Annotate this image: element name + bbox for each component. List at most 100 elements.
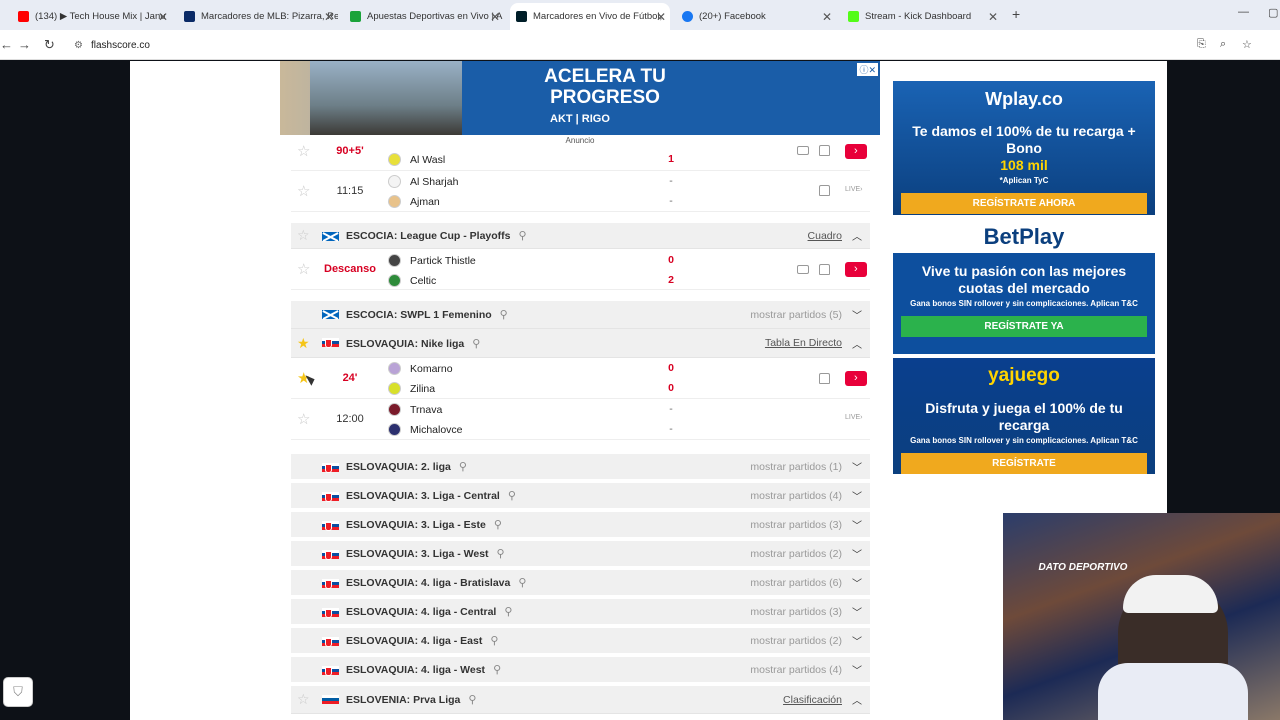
pin-icon[interactable]: ⚲ bbox=[497, 547, 505, 560]
lineup-icon[interactable] bbox=[819, 373, 830, 384]
show-matches-link[interactable]: mostrar partidos (5) bbox=[750, 309, 842, 321]
tab-youtube[interactable]: (134) ▶ Tech House Mix | Janu ✕ bbox=[12, 3, 172, 30]
match-row[interactable]: ☆ 90+5' Al Wasl 1 bbox=[291, 144, 870, 171]
show-matches-link[interactable]: mostrar partidos (6) bbox=[750, 577, 842, 589]
match-row[interactable]: ☆ Descanso Partick Thistle Celtic 0 2 bbox=[291, 249, 870, 290]
ad-cta-button[interactable]: REGÍSTRATE AHORA bbox=[901, 193, 1147, 214]
star-icon[interactable]: ☆ bbox=[297, 184, 310, 199]
match-row[interactable]: ☆ 12:00 Trnava Michalovce - - LIVE› bbox=[291, 399, 870, 440]
ad-cta-button[interactable]: REGÍSTRATE YA bbox=[901, 316, 1147, 337]
live-stream-button[interactable] bbox=[845, 371, 867, 386]
bookmark-star-icon[interactable]: ☆ bbox=[1242, 38, 1252, 51]
pin-icon[interactable]: ⚲ bbox=[472, 337, 480, 350]
reload-icon[interactable]: ↻ bbox=[44, 37, 55, 53]
pin-icon[interactable]: ⚲ bbox=[500, 308, 508, 321]
tab-mlb[interactable]: Marcadores de MLB: Pizarra, Re ✕ bbox=[178, 3, 338, 30]
lineup-icon[interactable] bbox=[819, 185, 830, 196]
league-header[interactable]: ★ ESLOVAQUIA: Nike liga ⚲ Tabla En Direct… bbox=[291, 329, 870, 358]
live-stream-button[interactable] bbox=[845, 262, 867, 277]
wplay-ad[interactable]: Wplay.co Te damos el 100% de tu recarga … bbox=[893, 81, 1155, 215]
pin-icon[interactable]: ⚲ bbox=[519, 229, 527, 242]
betplay-ad[interactable]: BetPlay Vive tu pasión con las mejores c… bbox=[893, 219, 1155, 354]
star-icon[interactable]: ☆ bbox=[297, 691, 310, 708]
chevron-down-icon[interactable]: ﹀ bbox=[852, 575, 862, 590]
tv-icon[interactable] bbox=[797, 146, 809, 155]
tv-icon[interactable] bbox=[797, 265, 809, 274]
pin-icon[interactable]: ⚲ bbox=[504, 605, 512, 618]
league-header[interactable]: ESLOVAQUIA: 3. Liga - Central ⚲ mostrar p… bbox=[291, 483, 870, 512]
new-tab-button[interactable]: + bbox=[1012, 6, 1020, 22]
close-tab-icon[interactable]: ✕ bbox=[324, 10, 334, 24]
chevron-down-icon[interactable]: ﹀ bbox=[852, 604, 862, 619]
star-icon[interactable]: ☆ bbox=[297, 227, 310, 244]
site-info-icon[interactable]: ⚙ bbox=[74, 40, 83, 51]
pin-icon[interactable]: ⚲ bbox=[494, 518, 502, 531]
match-row[interactable]: ☆ 11:15 Al Sharjah Ajman - - LIVE› bbox=[291, 171, 870, 212]
league-header[interactable]: ESLOVAQUIA: 4. liga - Central ⚲ mostrar p… bbox=[291, 599, 870, 628]
pin-icon[interactable]: ⚲ bbox=[459, 460, 467, 473]
league-link[interactable]: Cuadro bbox=[808, 230, 842, 242]
maximize-icon[interactable]: ▢ bbox=[1268, 6, 1278, 19]
install-icon[interactable]: ⎘ bbox=[1197, 38, 1206, 51]
close-tab-icon[interactable]: ✕ bbox=[158, 10, 168, 24]
show-matches-link[interactable]: mostrar partidos (1) bbox=[750, 461, 842, 473]
league-header[interactable]: ESLOVAQUIA: 2. liga ⚲ mostrar partidos (1… bbox=[291, 454, 870, 483]
tab-apuestas[interactable]: Apuestas Deportivas en Vivo | A ✕ bbox=[344, 3, 504, 30]
star-icon[interactable]: ☆ bbox=[297, 144, 310, 159]
close-tab-icon[interactable]: ✕ bbox=[490, 10, 500, 24]
chevron-up-icon[interactable]: ︿ bbox=[852, 336, 862, 351]
show-matches-link[interactable]: mostrar partidos (3) bbox=[750, 606, 842, 618]
show-matches-link[interactable]: mostrar partidos (3) bbox=[750, 519, 842, 531]
chevron-down-icon[interactable]: ﹀ bbox=[852, 662, 862, 677]
pin-icon[interactable]: ⚲ bbox=[468, 693, 476, 706]
adchoices-icon[interactable]: ⓘ✕ bbox=[857, 63, 878, 76]
close-tab-icon[interactable]: ✕ bbox=[822, 10, 832, 24]
star-icon[interactable]: ☆ bbox=[297, 262, 310, 277]
top-banner-ad[interactable]: ACELERA TU PROGRESO AKT | RIGO ⓘ✕ bbox=[280, 61, 880, 135]
live-stream-button[interactable] bbox=[845, 144, 867, 159]
chevron-down-icon[interactable]: ﹀ bbox=[852, 307, 862, 322]
chevron-down-icon[interactable]: ﹀ bbox=[852, 546, 862, 561]
league-header[interactable]: ESCOCIA: SWPL 1 Femenino ⚲ mostrar partid… bbox=[291, 301, 870, 329]
tab-facebook[interactable]: (20+) Facebook ✕ bbox=[676, 3, 836, 30]
lineup-icon[interactable] bbox=[819, 264, 830, 275]
forward-icon[interactable]: → bbox=[18, 37, 31, 52]
zoom-icon[interactable]: ⌕ bbox=[1220, 38, 1226, 51]
pin-icon[interactable]: ⚲ bbox=[508, 489, 516, 502]
show-matches-link[interactable]: mostrar partidos (4) bbox=[750, 664, 842, 676]
chevron-down-icon[interactable]: ﹀ bbox=[852, 488, 862, 503]
tab-kick[interactable]: Stream - Kick Dashboard ✕ bbox=[842, 3, 1002, 30]
privacy-shield-icon[interactable]: ⛉ bbox=[3, 677, 33, 707]
pin-icon[interactable]: ⚲ bbox=[518, 576, 526, 589]
lineup-icon[interactable] bbox=[819, 145, 830, 156]
league-header[interactable]: ☆ ESCOCIA: League Cup - Playoffs ⚲ Cuadro… bbox=[291, 223, 870, 249]
star-icon[interactable]: ★ bbox=[297, 335, 310, 352]
chevron-down-icon[interactable]: ﹀ bbox=[852, 517, 862, 532]
back-icon[interactable]: ← bbox=[0, 37, 13, 52]
league-header[interactable]: ESLOVAQUIA: 3. Liga - Este ⚲ mostrar part… bbox=[291, 512, 870, 541]
pin-icon[interactable]: ⚲ bbox=[490, 634, 498, 647]
chevron-down-icon[interactable]: ﹀ bbox=[852, 633, 862, 648]
chevron-up-icon[interactable]: ︿ bbox=[852, 692, 862, 707]
live-link[interactable]: LIVE› bbox=[845, 186, 863, 193]
show-matches-link[interactable]: mostrar partidos (2) bbox=[750, 548, 842, 560]
league-header[interactable]: ☆ ESLOVENIA: Prva Liga ⚲ Clasificación ︿ bbox=[291, 686, 870, 714]
live-link[interactable]: LIVE› bbox=[845, 414, 863, 421]
star-icon[interactable]: ☆ bbox=[297, 412, 310, 427]
pin-icon[interactable]: ⚲ bbox=[493, 663, 501, 676]
close-tab-icon[interactable]: ✕ bbox=[988, 10, 998, 24]
league-link[interactable]: Tabla En Directo bbox=[765, 337, 842, 349]
ad-cta-button[interactable]: REGÍSTRATE bbox=[901, 453, 1147, 474]
show-matches-link[interactable]: mostrar partidos (4) bbox=[750, 490, 842, 502]
url-field[interactable]: ⚙ flashscore.co bbox=[66, 34, 1266, 56]
league-header[interactable]: ESLOVAQUIA: 4. liga - West ⚲ mostrar part… bbox=[291, 657, 870, 686]
tab-flashscore[interactable]: Marcadores en Vivo de Fútbol, ✕ bbox=[510, 3, 670, 30]
close-tab-icon[interactable]: ✕ bbox=[656, 10, 666, 24]
league-link[interactable]: Clasificación bbox=[783, 694, 842, 706]
minimize-icon[interactable]: — bbox=[1238, 6, 1249, 18]
show-matches-link[interactable]: mostrar partidos (2) bbox=[750, 635, 842, 647]
yajuego-ad[interactable]: yajuego Disfruta y juega el 100% de tu r… bbox=[893, 358, 1155, 474]
chevron-up-icon[interactable]: ︿ bbox=[852, 228, 862, 243]
league-header[interactable]: ESLOVAQUIA: 4. liga - Bratislava ⚲ mostra… bbox=[291, 570, 870, 599]
league-header[interactable]: ESLOVAQUIA: 3. Liga - West ⚲ mostrar part… bbox=[291, 541, 870, 570]
